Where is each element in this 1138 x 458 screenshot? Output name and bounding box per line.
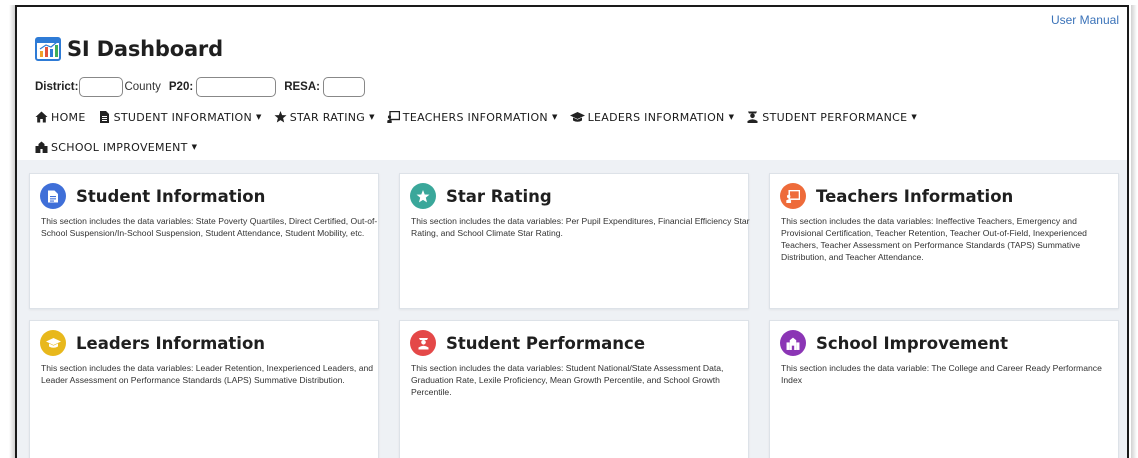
school-icon (786, 337, 800, 350)
chevron-down-icon: ▼ (191, 143, 198, 151)
nav-school-improvement-label: SCHOOL IMPROVEMENT (51, 140, 188, 154)
chevron-down-icon: ▼ (911, 113, 918, 121)
nav-star-rating[interactable]: STAR RATING ▼ (274, 109, 375, 125)
p20-input[interactable] (196, 77, 277, 97)
title-row: SI Dashboard (35, 37, 223, 61)
user-manual-link[interactable]: User Manual (1051, 13, 1119, 27)
card-description: This section includes the data variables… (411, 216, 750, 238)
card-title: Student Information (76, 186, 266, 206)
chevron-down-icon: ▼ (256, 113, 262, 121)
dashboard-logo-icon (35, 37, 61, 61)
user-graduate-icon (747, 111, 758, 123)
card-student-performance[interactable]: Student Performance This section include… (399, 320, 749, 458)
main-nav: HOME STUDENT INFORMATION ▼ STAR RATING ▼… (35, 109, 1035, 155)
nav-home[interactable]: HOME (35, 109, 86, 125)
card-header: Student Information (40, 183, 265, 209)
nav-teachers-information-label: TEACHERS INFORMATION (402, 110, 548, 124)
resa-input[interactable] (322, 77, 365, 97)
card-header: Teachers Information (780, 183, 1013, 209)
card-star-rating[interactable]: Star Rating This section includes the da… (399, 173, 750, 309)
card-student-information[interactable]: Student Information This section include… (29, 173, 379, 309)
card-title: Leaders Information (76, 333, 266, 353)
card-header: Leaders Information (40, 330, 265, 356)
resa-label: RESA: (284, 81, 320, 93)
card-teachers-information[interactable]: Teachers Information This section includ… (769, 173, 1119, 309)
nav-teachers-information[interactable]: TEACHERS INFORMATION ▼ (387, 109, 558, 125)
card-description: This section includes the data variable:… (781, 363, 1102, 385)
nav-school-improvement[interactable]: SCHOOL IMPROVEMENT ▼ (35, 139, 197, 155)
cards-area: Student Information This section include… (17, 160, 1127, 458)
district-input[interactable] (79, 77, 124, 97)
card-header: Star Rating (410, 183, 552, 209)
chevron-down-icon: ▼ (551, 113, 558, 121)
document-icon (48, 190, 58, 202)
chevron-down-icon: ▼ (369, 113, 375, 121)
chevron-down-icon: ▼ (728, 113, 735, 121)
nav-student-performance-label: STUDENT PERFORMANCE (762, 110, 908, 124)
card-badge (780, 330, 806, 356)
chalkboard-teacher-icon (786, 189, 800, 203)
nav-student-information-label: STUDENT INFORMATION (113, 110, 253, 124)
card-header: Student Performance (410, 330, 645, 356)
nav-star-rating-label: STAR RATING (289, 110, 366, 124)
page-header: User Manual SI Dashboard District: Count… (17, 7, 1127, 160)
district-label: District: (35, 81, 79, 93)
filter-bar: District: County P20: RESA: (35, 77, 365, 97)
card-title: Student Performance (446, 333, 646, 353)
page-title: SI Dashboard (67, 37, 223, 61)
nav-student-information[interactable]: STUDENT INFORMATION ▼ (98, 109, 262, 125)
card-title: School Improvement (816, 333, 1009, 353)
card-badge (780, 183, 806, 209)
school-icon (35, 141, 48, 153)
county-text: County (124, 81, 161, 93)
star-icon (274, 111, 287, 123)
graduation-cap-icon (45, 338, 61, 348)
nav-leaders-information[interactable]: LEADERS INFORMATION ▼ (569, 109, 735, 125)
card-badge (40, 330, 66, 356)
card-leaders-information[interactable]: Leaders Information This section include… (29, 320, 379, 458)
card-title: Star Rating (446, 186, 552, 206)
chalkboard-teacher-icon (387, 111, 400, 123)
card-header: School Improvement (780, 330, 1008, 356)
user-graduate-icon (418, 337, 428, 349)
nav-home-label: HOME (51, 110, 86, 124)
p20-label: P20: (168, 81, 194, 93)
nav-leaders-information-label: LEADERS INFORMATION (587, 110, 725, 124)
card-school-improvement[interactable]: School Improvement This section includes… (769, 320, 1119, 458)
card-title: Teachers Information (816, 186, 1014, 206)
card-description: This section includes the data variables… (411, 363, 724, 397)
star-icon (416, 189, 430, 202)
card-badge (40, 183, 66, 209)
graduation-cap-icon (569, 112, 585, 122)
window-shadow-right (1131, 5, 1137, 458)
app-window: User Manual SI Dashboard District: Count… (15, 5, 1129, 458)
home-icon (35, 111, 48, 123)
card-badge (410, 183, 436, 209)
card-badge (410, 330, 436, 356)
nav-student-performance[interactable]: STUDENT PERFORMANCE ▼ (746, 109, 917, 125)
document-icon (99, 111, 109, 123)
card-description: This section includes the data variables… (41, 363, 374, 385)
card-description: This section includes the data variables… (41, 216, 378, 238)
card-description: This section includes the data variables… (781, 216, 1087, 262)
